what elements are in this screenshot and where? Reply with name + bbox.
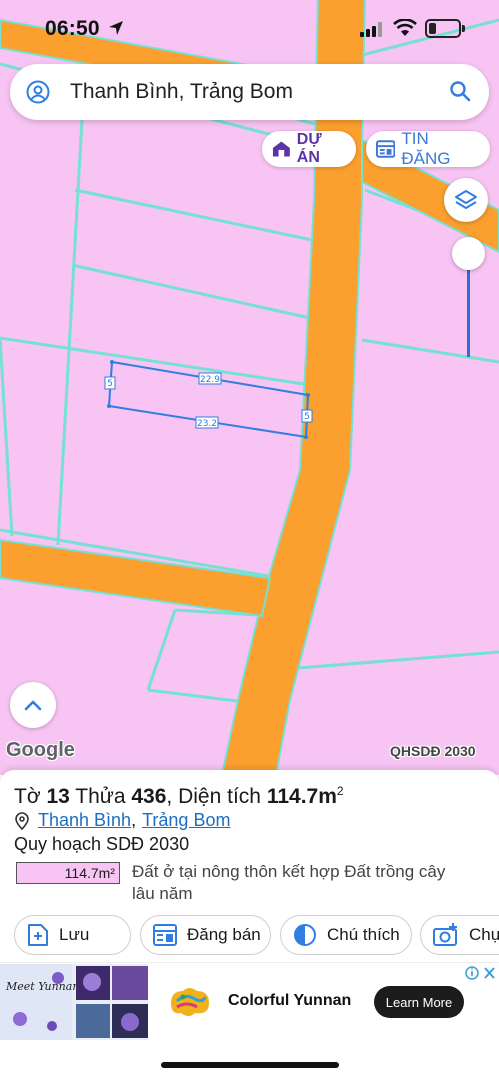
location-arrow-icon [109,21,123,35]
district-link[interactable]: Trảng Bom [142,810,230,831]
commune-link[interactable]: Thanh Bình [38,810,131,831]
listing-icon [376,140,396,158]
selected-parcel[interactable]: 22.9 23.2 5 5 [104,360,313,439]
tin-dang-chip[interactable]: TIN ĐĂNG [366,129,490,168]
legend-button[interactable]: Chú thích [280,915,412,955]
pin-icon [15,811,29,830]
parcel-top-length: 22.9 [200,375,220,385]
legend-label: Chú thích [327,925,400,944]
du-an-label: DỰ ÁN [296,131,322,166]
account-icon[interactable] [26,80,50,104]
parcel-left-length: 5 [107,379,113,389]
area-unit-sup: 2 [336,784,344,798]
listing-icon [153,924,177,946]
opacity-slider-knob[interactable] [452,237,485,270]
dien-tich-label: Diện tích [178,785,261,808]
to-label: Tờ [14,785,41,808]
layer-label: QHSDĐ 2030 [390,743,476,759]
contrast-icon [294,924,316,946]
home-icon [272,141,290,157]
capture-button[interactable]: Chụp [420,915,499,955]
thua-number: 436 [131,785,167,808]
to-number: 13 [46,785,70,808]
battery-icon [425,19,461,38]
expand-up-button[interactable] [10,682,56,728]
sell-listing-button[interactable]: Đăng bán [140,915,271,955]
location-row: Thanh Bình, Trảng Bom [14,810,230,831]
save-button[interactable]: Lưu [14,915,131,955]
search-bar[interactable]: Thanh Bình, Trảng Bom [10,64,489,120]
land-use-description: Đất ở tại nông thôn kết hợp Đất trồng câ… [132,862,446,903]
parcel-right-length: 5 [304,412,310,422]
learn-more-button[interactable]: Learn More [374,986,464,1018]
layers-icon [455,190,477,209]
ad-brand: Colorful Yunnan [228,992,352,1009]
sell-label: Đăng bán [187,925,261,944]
camera-plus-icon [433,923,457,946]
colorful-yunnan-logo [171,988,209,1016]
area-value: 114.7m [266,785,337,808]
save-label: Lưu [59,925,90,944]
chevron-up-icon [24,700,42,711]
search-query[interactable]: Thanh Bình, Trảng Bom [70,80,293,104]
status-time: 06:50 [45,17,100,40]
ad-thumbnail[interactable]: Meet Yunnan [0,964,148,1040]
battery-tip [462,25,465,32]
tin-dang-label: TIN ĐĂNG [401,129,451,168]
du-an-chip[interactable]: DỰ ÁN [262,131,356,167]
signal-icon [360,22,382,37]
wifi-icon [393,19,417,36]
ad-banner[interactable]: Meet Yunnan Colorful Yunnan Learn More [0,962,499,1040]
capture-label: Chụp [469,925,499,944]
ad-thumb-text: Meet Yunnan [5,980,79,993]
google-logo: Google [6,739,75,761]
ad-info-icon[interactable] [465,965,497,981]
add-file-icon [28,924,48,946]
map-view[interactable]: 22.9 23.2 5 5 06:50 Thanh Bình, Trảng Bo… [0,0,499,775]
parcel-title: Tờ 13 Thửa 436, Diện tích 114.7m2 [14,784,344,808]
layers-button[interactable] [444,178,488,222]
status-bar: 06:50 [0,0,499,58]
search-icon[interactable] [449,80,471,102]
legend-swatch: 114.7m² [16,862,120,884]
planning-title: Quy hoạch SDĐ 2030 [14,834,190,854]
thua-label: Thửa [75,785,126,808]
home-indicator [161,1062,339,1068]
parcel-bottom-length: 23.2 [197,419,217,429]
